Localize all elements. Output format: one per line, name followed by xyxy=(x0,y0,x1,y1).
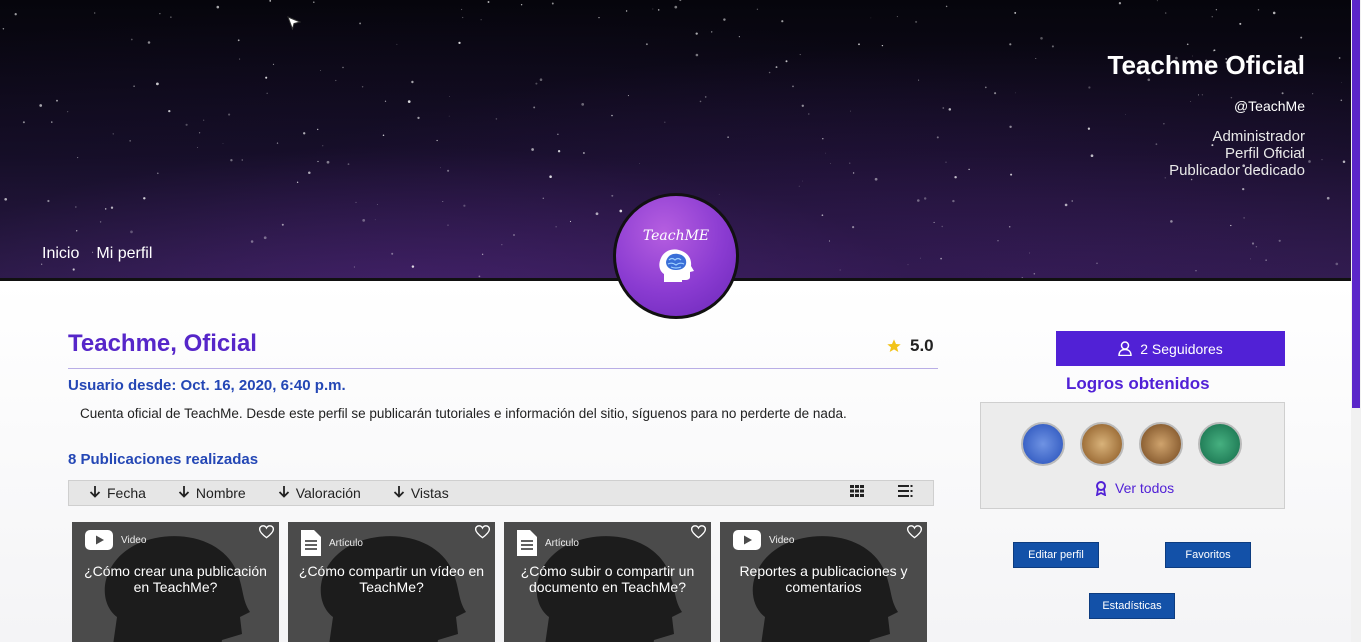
member-since: Usuario desde: Oct. 16, 2020, 6:40 p.m. xyxy=(68,377,346,394)
nav-mi-perfil[interactable]: Mi perfil xyxy=(96,245,152,263)
card-title: ¿Cómo crear una publicación en TeachMe? xyxy=(84,563,267,595)
publication-card[interactable]: Video ¿Cómo crear una publicación en Tea… xyxy=(72,522,279,642)
arrow-down-icon xyxy=(89,485,101,501)
nav-inicio[interactable]: Inicio xyxy=(42,245,79,263)
header-profile-name: Teachme Oficial xyxy=(1107,50,1306,80)
heart-icon[interactable] xyxy=(259,525,274,539)
rating-value: 5.0 xyxy=(910,336,934,355)
sort-fecha[interactable]: Fecha xyxy=(89,485,146,501)
brain-head-icon xyxy=(659,249,694,282)
card-title: ¿Cómo subir o compartir un documento en … xyxy=(520,563,695,595)
sort-valoracion[interactable]: Valoración xyxy=(278,485,361,501)
publication-card[interactable]: Artículo ¿Cómo subir o compartir un docu… xyxy=(504,522,711,642)
document-icon xyxy=(301,530,321,556)
header-profile-info: Teachme Oficial @TeachMe Administrador P… xyxy=(1108,50,1306,179)
heart-icon[interactable] xyxy=(691,525,706,539)
document-icon xyxy=(517,530,537,556)
see-all-label: Ver todos xyxy=(1115,480,1175,496)
see-all-achievements[interactable]: Ver todos xyxy=(1095,480,1174,496)
sort-nombre-label: Nombre xyxy=(195,485,246,501)
arrow-down-icon xyxy=(178,485,190,501)
role-admin: Administrador xyxy=(1212,128,1305,145)
list-view-icon[interactable] xyxy=(898,484,913,502)
title-divider xyxy=(68,368,938,369)
profile-roles: Administrador Perfil Oficial Publicador … xyxy=(1108,128,1305,179)
sort-bar: Fecha Nombre Valoración Vistas xyxy=(68,480,934,506)
award-icon xyxy=(1095,480,1107,496)
card-type-label: Artículo xyxy=(545,537,579,549)
publication-card[interactable]: Artículo ¿Cómo compartir un vídeo en Tea… xyxy=(288,522,495,642)
rating: 5.0 xyxy=(886,336,934,356)
star-icon xyxy=(887,339,901,352)
avatar[interactable]: TeachME xyxy=(613,193,739,319)
role-official: Perfil Oficial xyxy=(1224,145,1305,162)
grid-view-icon[interactable] xyxy=(850,484,864,502)
profile-handle: @TeachMe xyxy=(1233,98,1305,114)
heart-icon[interactable] xyxy=(475,525,490,539)
heart-icon[interactable] xyxy=(907,525,922,539)
avatar-logo-text: TeachME xyxy=(642,228,710,244)
publication-card[interactable]: Video Reportes a publicaciones y comenta… xyxy=(720,522,927,642)
sort-vistas[interactable]: Vistas xyxy=(393,485,449,501)
card-title: ¿Cómo compartir un vídeo en TeachMe? xyxy=(298,563,485,595)
top-nav: Inicio Mi perfil xyxy=(42,245,152,263)
youtube-icon xyxy=(733,530,761,550)
arrow-down-icon xyxy=(393,485,405,501)
achievement-badge[interactable] xyxy=(1139,422,1183,466)
followers-label: 2 Seguidores xyxy=(1140,340,1223,357)
youtube-icon xyxy=(85,530,113,550)
scrollbar[interactable] xyxy=(1351,0,1361,642)
user-icon xyxy=(1118,341,1132,356)
favorites-button[interactable]: Favoritos xyxy=(1165,542,1251,568)
achievement-badge[interactable] xyxy=(1080,422,1124,466)
card-type-label: Artículo xyxy=(329,537,363,549)
achievement-badge[interactable] xyxy=(1198,422,1242,466)
sort-valoracion-label: Valoración xyxy=(295,485,361,501)
achievements-title: Logros obtenidos xyxy=(1066,374,1210,393)
achievements-box: Ver todos xyxy=(980,402,1285,509)
followers-button[interactable]: 2 Seguidores xyxy=(1056,331,1285,366)
sort-fecha-label: Fecha xyxy=(107,485,146,501)
sort-nombre[interactable]: Nombre xyxy=(178,485,246,501)
statistics-button[interactable]: Estadísticas xyxy=(1089,593,1175,619)
scrollbar-thumb[interactable] xyxy=(1352,0,1360,408)
sort-vistas-label: Vistas xyxy=(410,485,449,501)
publications-count: 8 Publicaciones realizadas xyxy=(68,451,259,468)
card-title: Reportes a publicaciones y comentarios xyxy=(739,563,908,595)
card-type-label: Video xyxy=(769,534,795,546)
publication-cards: Video ¿Cómo crear una publicación en Tea… xyxy=(72,522,927,642)
cursor-icon xyxy=(287,16,301,30)
profile-description: Cuenta oficial de TeachMe. Desde este pe… xyxy=(80,406,847,421)
role-publisher: Publicador dedicado xyxy=(1169,162,1305,179)
profile-title: Teachme, Oficial xyxy=(68,330,257,357)
edit-profile-button[interactable]: Editar perfil xyxy=(1013,542,1099,568)
arrow-down-icon xyxy=(278,485,290,501)
card-type-label: Video xyxy=(121,534,147,546)
achievement-badge[interactable] xyxy=(1021,422,1065,466)
